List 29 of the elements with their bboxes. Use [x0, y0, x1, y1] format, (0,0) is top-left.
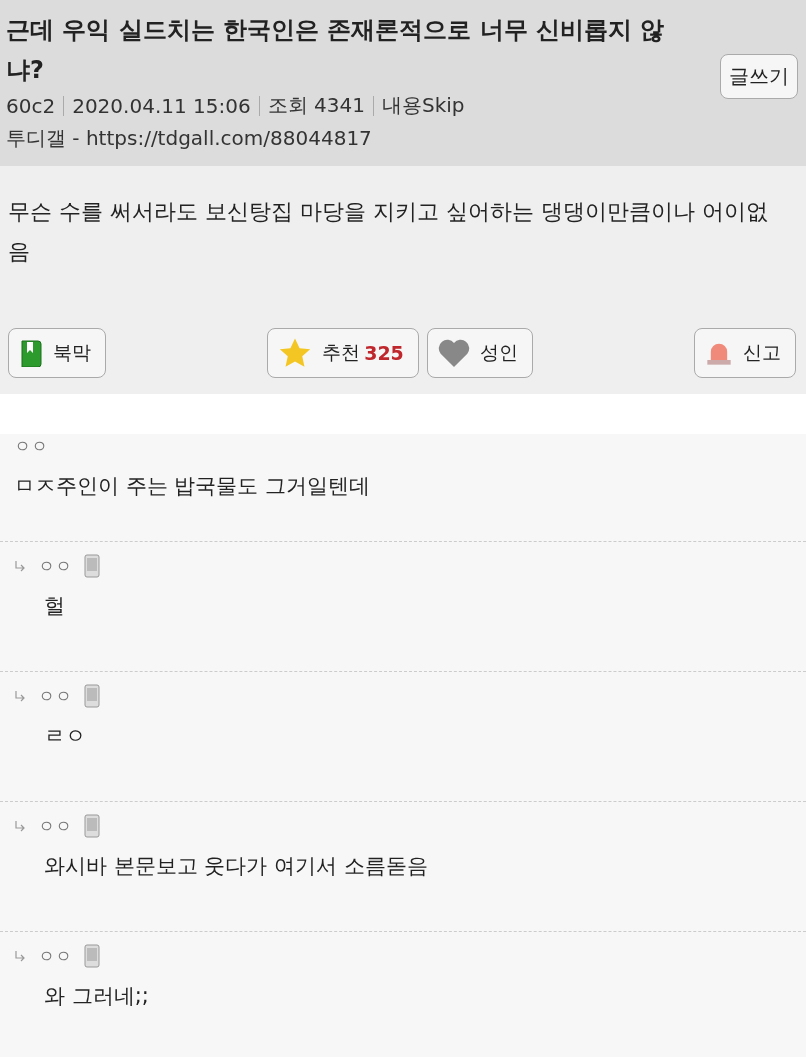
reply-arrow-icon [14, 560, 26, 572]
comment-author: ㅇㅇ [38, 944, 72, 968]
comment-text: ㅁㅈ주인이 주는 밥국물도 그거일텐데 [14, 473, 372, 500]
reply-arrow-icon [14, 690, 26, 702]
reply-arrow-icon [14, 820, 26, 832]
adult-button[interactable]: 성인 [426, 328, 533, 378]
comment-text: 헐 [43, 593, 66, 620]
report-button[interactable]: 신고 [694, 328, 796, 378]
source-link[interactable]: 투디갤 - https://tdgall.com/88044817 [6, 125, 710, 152]
meta-text: 2020.04.11 15:06 [72, 93, 251, 118]
comment-text: ㄹㅇ [43, 723, 87, 750]
meta-text: 60c2 [6, 93, 56, 118]
star-icon [278, 337, 313, 369]
post-title: 근데 우익 실드치는 한국인은 존재론적으로 너무 신비롭지 않냐? [6, 15, 666, 86]
meta-text: 조회 4341 [267, 92, 365, 119]
comment-text: 와 그러네;; [43, 983, 150, 1010]
comment-text: 와시바 본문보고 웃다가 여기서 소름돋음 [43, 853, 429, 880]
comment-author: ㅇㅇ [38, 554, 72, 578]
book-icon [19, 339, 43, 367]
recommend-button[interactable]: 추천 325 [267, 328, 419, 378]
heart-icon [437, 339, 470, 367]
post-text: 무슨 수를 써서라도 보신탕집 마당을 지키고 싶어하는 댕댕이만큼이나 어이없음 [8, 198, 768, 266]
comment-author: ㅇㅇ [14, 434, 48, 458]
bookmark-button[interactable]: 북막 [8, 328, 106, 378]
comment-author: ㅇㅇ [38, 814, 72, 838]
reply-arrow-icon [14, 950, 26, 962]
write-button[interactable]: 글쓰기 [720, 53, 798, 99]
meta-text: 내용Skip [381, 92, 465, 119]
comment-author: ㅇㅇ [38, 684, 72, 708]
